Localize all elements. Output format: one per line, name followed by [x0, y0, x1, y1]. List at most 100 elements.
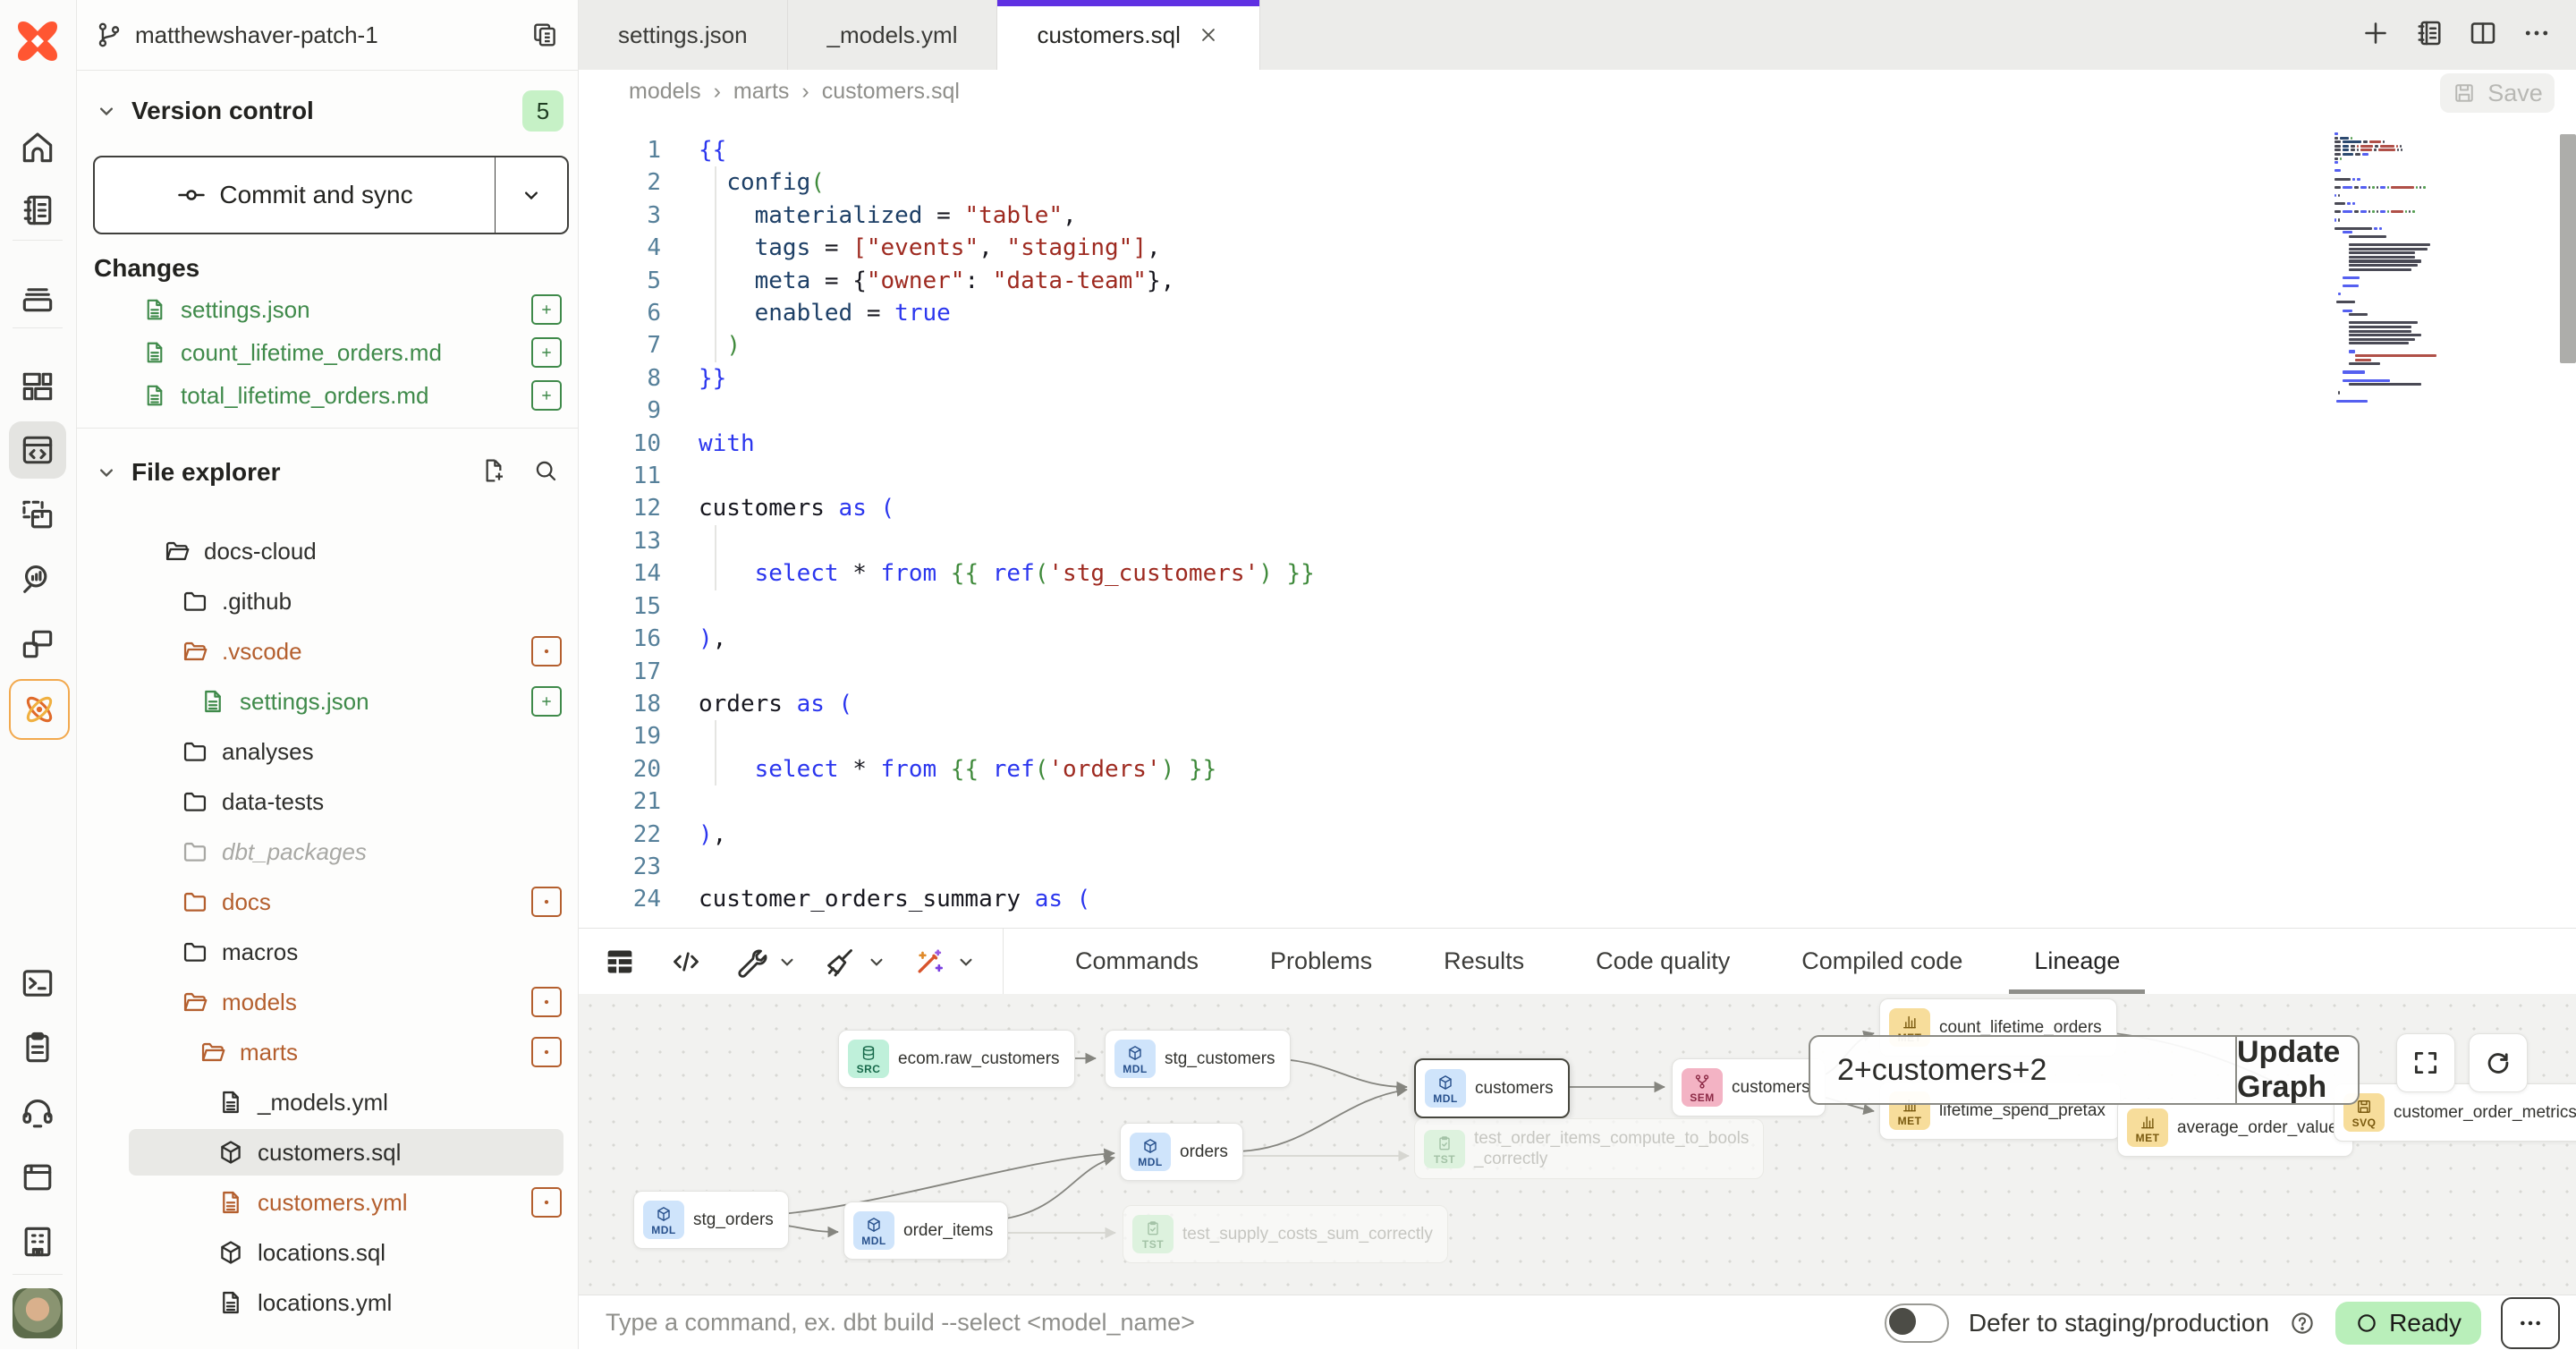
chevron-down-icon[interactable] — [775, 950, 799, 973]
headset-icon[interactable] — [9, 1083, 66, 1141]
modified-badge[interactable] — [531, 1187, 562, 1218]
help-icon[interactable] — [2289, 1310, 2316, 1337]
update-graph-button[interactable]: Update Graph — [2235, 1037, 2358, 1103]
new-tab-icon[interactable] — [2360, 17, 2392, 54]
lineage-node-customers-semantic[interactable]: SEM customers — [1672, 1058, 1826, 1117]
tree-item-marts[interactable]: marts — [77, 1027, 578, 1077]
tree-item-settings-json[interactable]: settings.json — [77, 676, 578, 726]
atom-icon[interactable] — [9, 679, 70, 740]
tree-item-docs[interactable]: docs — [77, 877, 578, 927]
lineage-node-orders[interactable]: MDL orders — [1120, 1123, 1243, 1181]
tab-overflow-icon[interactable] — [2521, 17, 2553, 54]
panel-tab-compiled-code[interactable]: Compiled code — [1766, 929, 1998, 994]
lineage-node-average-order-value[interactable]: MET average_order_value — [2117, 1099, 2353, 1157]
file-explorer-header[interactable]: File explorer — [77, 447, 578, 497]
stage-add-badge[interactable] — [531, 337, 562, 368]
tab-settings.json[interactable]: settings.json — [579, 0, 788, 70]
lineage-node-ecom-raw-customers[interactable]: SRC ecom.raw_customers — [838, 1030, 1075, 1088]
panel-tab-code-quality[interactable]: Code quality — [1560, 929, 1766, 994]
tree-item-locations-yml[interactable]: locations.yml — [77, 1278, 578, 1328]
refresh-button[interactable] — [2469, 1033, 2528, 1092]
compile-code-icon[interactable] — [668, 944, 704, 980]
notebook-icon[interactable] — [2413, 17, 2445, 54]
modified-badge[interactable] — [531, 887, 562, 917]
commit-options-caret[interactable] — [496, 157, 567, 233]
breadcrumb-models[interactable]: models — [629, 79, 701, 105]
lineage-node-stg-customers[interactable]: MDL stg_customers — [1105, 1030, 1291, 1088]
panel-tab-results[interactable]: Results — [1408, 929, 1560, 994]
breadcrumb-file[interactable]: customers.sql — [822, 79, 960, 105]
new-file-icon[interactable] — [479, 456, 508, 489]
tree-item--models-yml[interactable]: _models.yml — [77, 1077, 578, 1127]
stack-icon[interactable] — [9, 268, 66, 326]
copy-branch-icon[interactable] — [530, 20, 560, 50]
code-editor[interactable]: 1{{2 config(3 materialized = "table",4 t… — [579, 113, 2576, 928]
browser-icon[interactable] — [9, 1149, 66, 1206]
panel-tab-problems[interactable]: Problems — [1234, 929, 1408, 994]
chevron-down-icon[interactable] — [954, 950, 978, 973]
tree-item--vscode[interactable]: .vscode — [77, 626, 578, 676]
tree-item--github[interactable]: .github — [77, 576, 578, 626]
change-item[interactable]: total_lifetime_orders.md — [77, 374, 578, 417]
blocks-icon[interactable] — [9, 358, 66, 415]
save-button[interactable]: Save — [2440, 73, 2555, 113]
code-editor-icon[interactable] — [9, 421, 66, 479]
modified-badge[interactable] — [531, 636, 562, 667]
lineage-node-order-items[interactable]: MDL order_items — [843, 1201, 1008, 1260]
clipboard-icon[interactable] — [9, 1019, 66, 1076]
editor-scrollbar[interactable] — [2560, 134, 2576, 363]
version-control-header[interactable]: Version control 5 — [77, 86, 578, 136]
panel-tab-commands[interactable]: Commands — [1039, 929, 1234, 994]
minimap[interactable] — [2334, 132, 2546, 403]
lineage-node-stg-orders[interactable]: MDL stg_orders — [633, 1191, 789, 1249]
tree-item-models[interactable]: models — [77, 977, 578, 1027]
notebook-icon[interactable] — [9, 182, 66, 239]
stage-add-badge[interactable] — [531, 294, 562, 325]
stage-add-badge[interactable] — [531, 686, 562, 717]
query-search-icon[interactable] — [9, 550, 66, 607]
close-icon[interactable] — [1197, 23, 1220, 47]
preview-table-icon[interactable] — [602, 944, 638, 980]
lineage-selector-input[interactable] — [1810, 1037, 2235, 1103]
format-broom-icon[interactable] — [822, 944, 858, 980]
more-options-button[interactable] — [2501, 1297, 2560, 1349]
tree-item-macros[interactable]: macros — [77, 927, 578, 977]
fullscreen-button[interactable] — [2396, 1033, 2455, 1092]
tree-item-locations-sql[interactable]: locations.sql — [77, 1227, 578, 1278]
modified-badge[interactable] — [531, 1037, 562, 1067]
frame-select-icon[interactable] — [9, 487, 66, 544]
windows-icon[interactable] — [9, 616, 66, 673]
build-wrench-icon[interactable] — [733, 944, 768, 980]
lineage-node-test-supply-costs[interactable]: TST test_supply_costs_sum_correctly — [1123, 1205, 1448, 1263]
change-item[interactable]: count_lifetime_orders.md — [77, 331, 578, 374]
tree-item-data-tests[interactable]: data-tests — [77, 777, 578, 827]
tree-item-docs-cloud[interactable]: docs-cloud — [77, 526, 578, 576]
tab-customers.sql[interactable]: customers.sql — [997, 0, 1259, 70]
search-icon[interactable] — [531, 456, 560, 489]
stage-add-badge[interactable] — [531, 380, 562, 411]
tree-item-analyses[interactable]: analyses — [77, 726, 578, 777]
lineage-node-customer-order-metrics[interactable]: SVQ customer_order_metrics — [2334, 1083, 2576, 1142]
magic-wand-icon[interactable] — [911, 944, 947, 980]
change-item[interactable]: settings.json — [77, 288, 578, 331]
modified-badge[interactable] — [531, 987, 562, 1017]
chevron-down-icon[interactable] — [865, 950, 888, 973]
defer-toggle[interactable] — [1885, 1303, 1949, 1343]
tab-_models.yml[interactable]: _models.yml — [788, 0, 998, 70]
branch-selector[interactable]: matthewshaver-patch-1 — [77, 0, 578, 71]
lineage-node-test-order-items[interactable]: TST test_order_items_compute_to_bools_co… — [1414, 1118, 1764, 1179]
building-icon[interactable] — [9, 1213, 66, 1270]
tree-item-customers-yml[interactable]: customers.yml — [77, 1177, 578, 1227]
command-input[interactable] — [604, 1308, 1591, 1337]
tree-item-dbt-packages[interactable]: dbt_packages — [77, 827, 578, 877]
home-icon[interactable] — [9, 119, 66, 176]
breadcrumb-marts[interactable]: marts — [733, 79, 790, 105]
status-badge[interactable]: Ready — [2335, 1302, 2481, 1345]
user-avatar[interactable] — [13, 1288, 63, 1338]
lineage-node-customers-model[interactable]: MDL customers — [1414, 1058, 1570, 1118]
lineage-canvas[interactable]: SRC ecom.raw_customers MDL stg_customers… — [579, 994, 2576, 1295]
tree-item-customers-sql[interactable]: customers.sql — [77, 1127, 578, 1177]
split-editor-icon[interactable] — [2467, 17, 2499, 54]
panel-tab-lineage[interactable]: Lineage — [1998, 929, 2156, 994]
terminal-icon[interactable] — [9, 955, 66, 1012]
